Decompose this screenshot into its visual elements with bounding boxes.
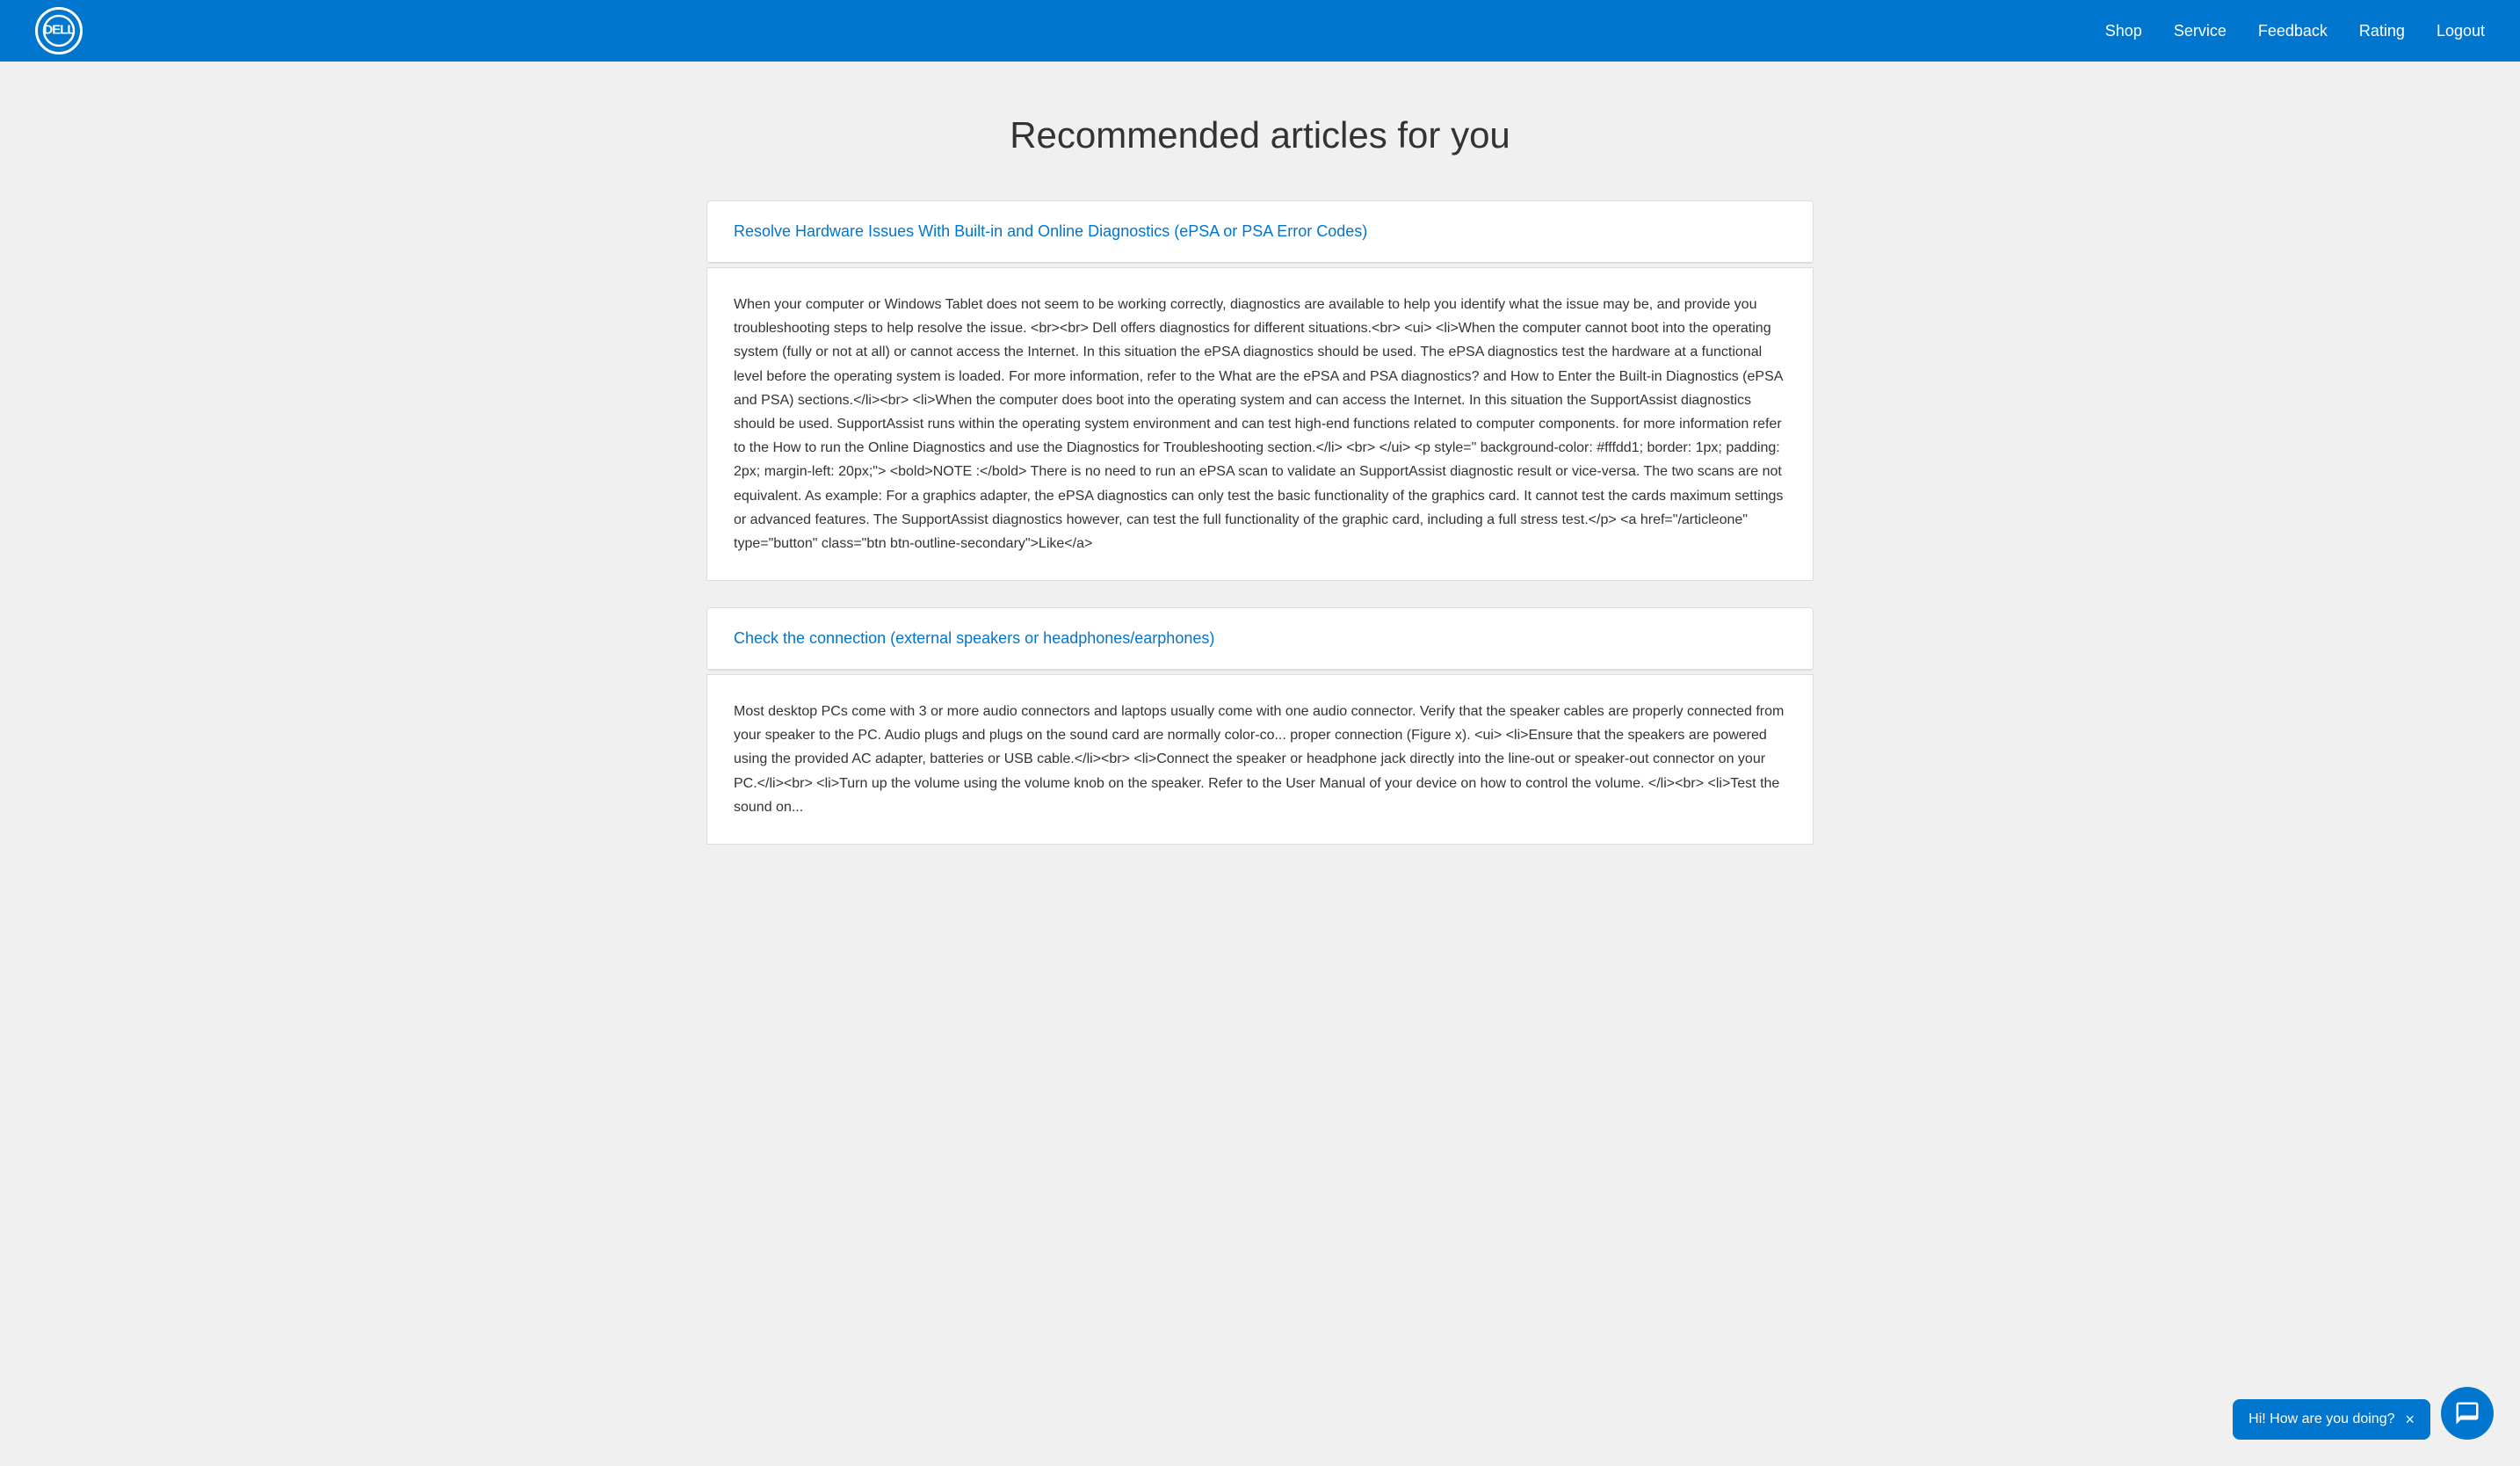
chat-icon: [2454, 1400, 2480, 1426]
article-body-1: When your computer or Windows Tablet doe…: [706, 267, 1814, 581]
article-group-1: Resolve Hardware Issues With Built-in an…: [706, 200, 1814, 581]
header-nav: Shop Service Feedback Rating Logout: [2105, 22, 2485, 40]
chat-open-button[interactable]: [2441, 1387, 2494, 1440]
svg-text:DELL: DELL: [43, 22, 75, 37]
nav-rating[interactable]: Rating: [2359, 22, 2405, 40]
main-content: Recommended articles for you Resolve Har…: [689, 62, 1831, 941]
article-card-2: Check the connection (external speakers …: [706, 607, 1814, 671]
article-card-1: Resolve Hardware Issues With Built-in an…: [706, 200, 1814, 264]
nav-logout[interactable]: Logout: [2437, 22, 2485, 40]
nav-service[interactable]: Service: [2174, 22, 2227, 40]
chat-widget: Hi! How are you doing? ×: [2233, 1387, 2494, 1440]
article-title-link-2[interactable]: Check the connection (external speakers …: [734, 629, 1214, 647]
article-group-2: Check the connection (external speakers …: [706, 607, 1814, 845]
nav-feedback[interactable]: Feedback: [2258, 22, 2328, 40]
nav-shop[interactable]: Shop: [2105, 22, 2142, 40]
chat-popup: Hi! How are you doing? ×: [2233, 1399, 2430, 1440]
chat-popup-text: Hi! How are you doing?: [2248, 1412, 2394, 1427]
article-title-section-1: Resolve Hardware Issues With Built-in an…: [707, 201, 1813, 263]
header: DELL Shop Service Feedback Rating Logout: [0, 0, 2520, 62]
article-title-section-2: Check the connection (external speakers …: [707, 608, 1813, 670]
logo-container: DELL: [35, 7, 83, 54]
article-body-2: Most desktop PCs come with 3 or more aud…: [706, 674, 1814, 845]
article-title-link-1[interactable]: Resolve Hardware Issues With Built-in an…: [734, 222, 1367, 240]
page-title: Recommended articles for you: [706, 114, 1814, 156]
dell-logo: DELL: [35, 7, 83, 54]
chat-close-button[interactable]: ×: [2405, 1412, 2415, 1427]
